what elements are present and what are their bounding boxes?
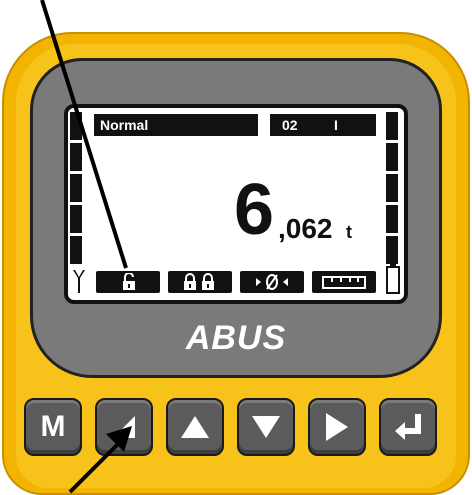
softkey-lock-double	[168, 271, 232, 293]
right-arrow-button[interactable]	[308, 398, 366, 456]
bargraph-segment	[70, 112, 82, 140]
mode-label-bar: Normal	[94, 114, 258, 136]
channel-label: 02	[282, 117, 298, 133]
bargraph-segment	[70, 174, 82, 202]
lock-open-icon	[121, 273, 137, 291]
weight-decimal: ,062	[278, 213, 333, 244]
arrow-right-icon	[310, 400, 364, 454]
enter-icon	[381, 400, 435, 454]
antenna-icon	[72, 268, 86, 294]
menu-m-button[interactable]: M	[24, 398, 82, 456]
softkey-zero	[240, 271, 304, 293]
arrow-diagonal-icon	[97, 400, 151, 454]
arrow-up-icon	[168, 400, 222, 454]
bargraph-segment	[70, 205, 82, 233]
softkey-ruler	[312, 271, 376, 293]
battery-icon	[386, 264, 400, 294]
brand-logo: ABUS	[185, 319, 287, 357]
bargraph-segment	[386, 112, 398, 140]
bargraph-segment	[70, 236, 82, 264]
mode-label: Normal	[100, 117, 149, 133]
weight-unit: t	[346, 222, 352, 242]
enter-button[interactable]	[379, 398, 437, 456]
bargraph-segment	[386, 236, 398, 264]
channel-label-bar: 02 I	[270, 114, 376, 136]
arrow-down-icon	[239, 400, 293, 454]
lcd-screen: Normal 02 I 6 ,062 t	[64, 104, 408, 304]
indicator-label: I	[334, 117, 338, 133]
bargraph-segment	[386, 143, 398, 171]
down-arrow-button[interactable]	[237, 398, 295, 456]
zero-tare-icon	[254, 273, 290, 291]
m-key-label: M	[40, 410, 66, 443]
lock-double-icon	[182, 273, 218, 291]
bargraph-segment	[386, 174, 398, 202]
bargraph-segment	[70, 143, 82, 171]
diagonal-arrow-button[interactable]	[95, 398, 153, 456]
bargraph-segment	[386, 205, 398, 233]
softkey-lock-open	[96, 271, 160, 293]
weight-integer: 6	[234, 170, 275, 250]
up-arrow-button[interactable]	[166, 398, 224, 456]
ruler-icon	[322, 274, 366, 290]
